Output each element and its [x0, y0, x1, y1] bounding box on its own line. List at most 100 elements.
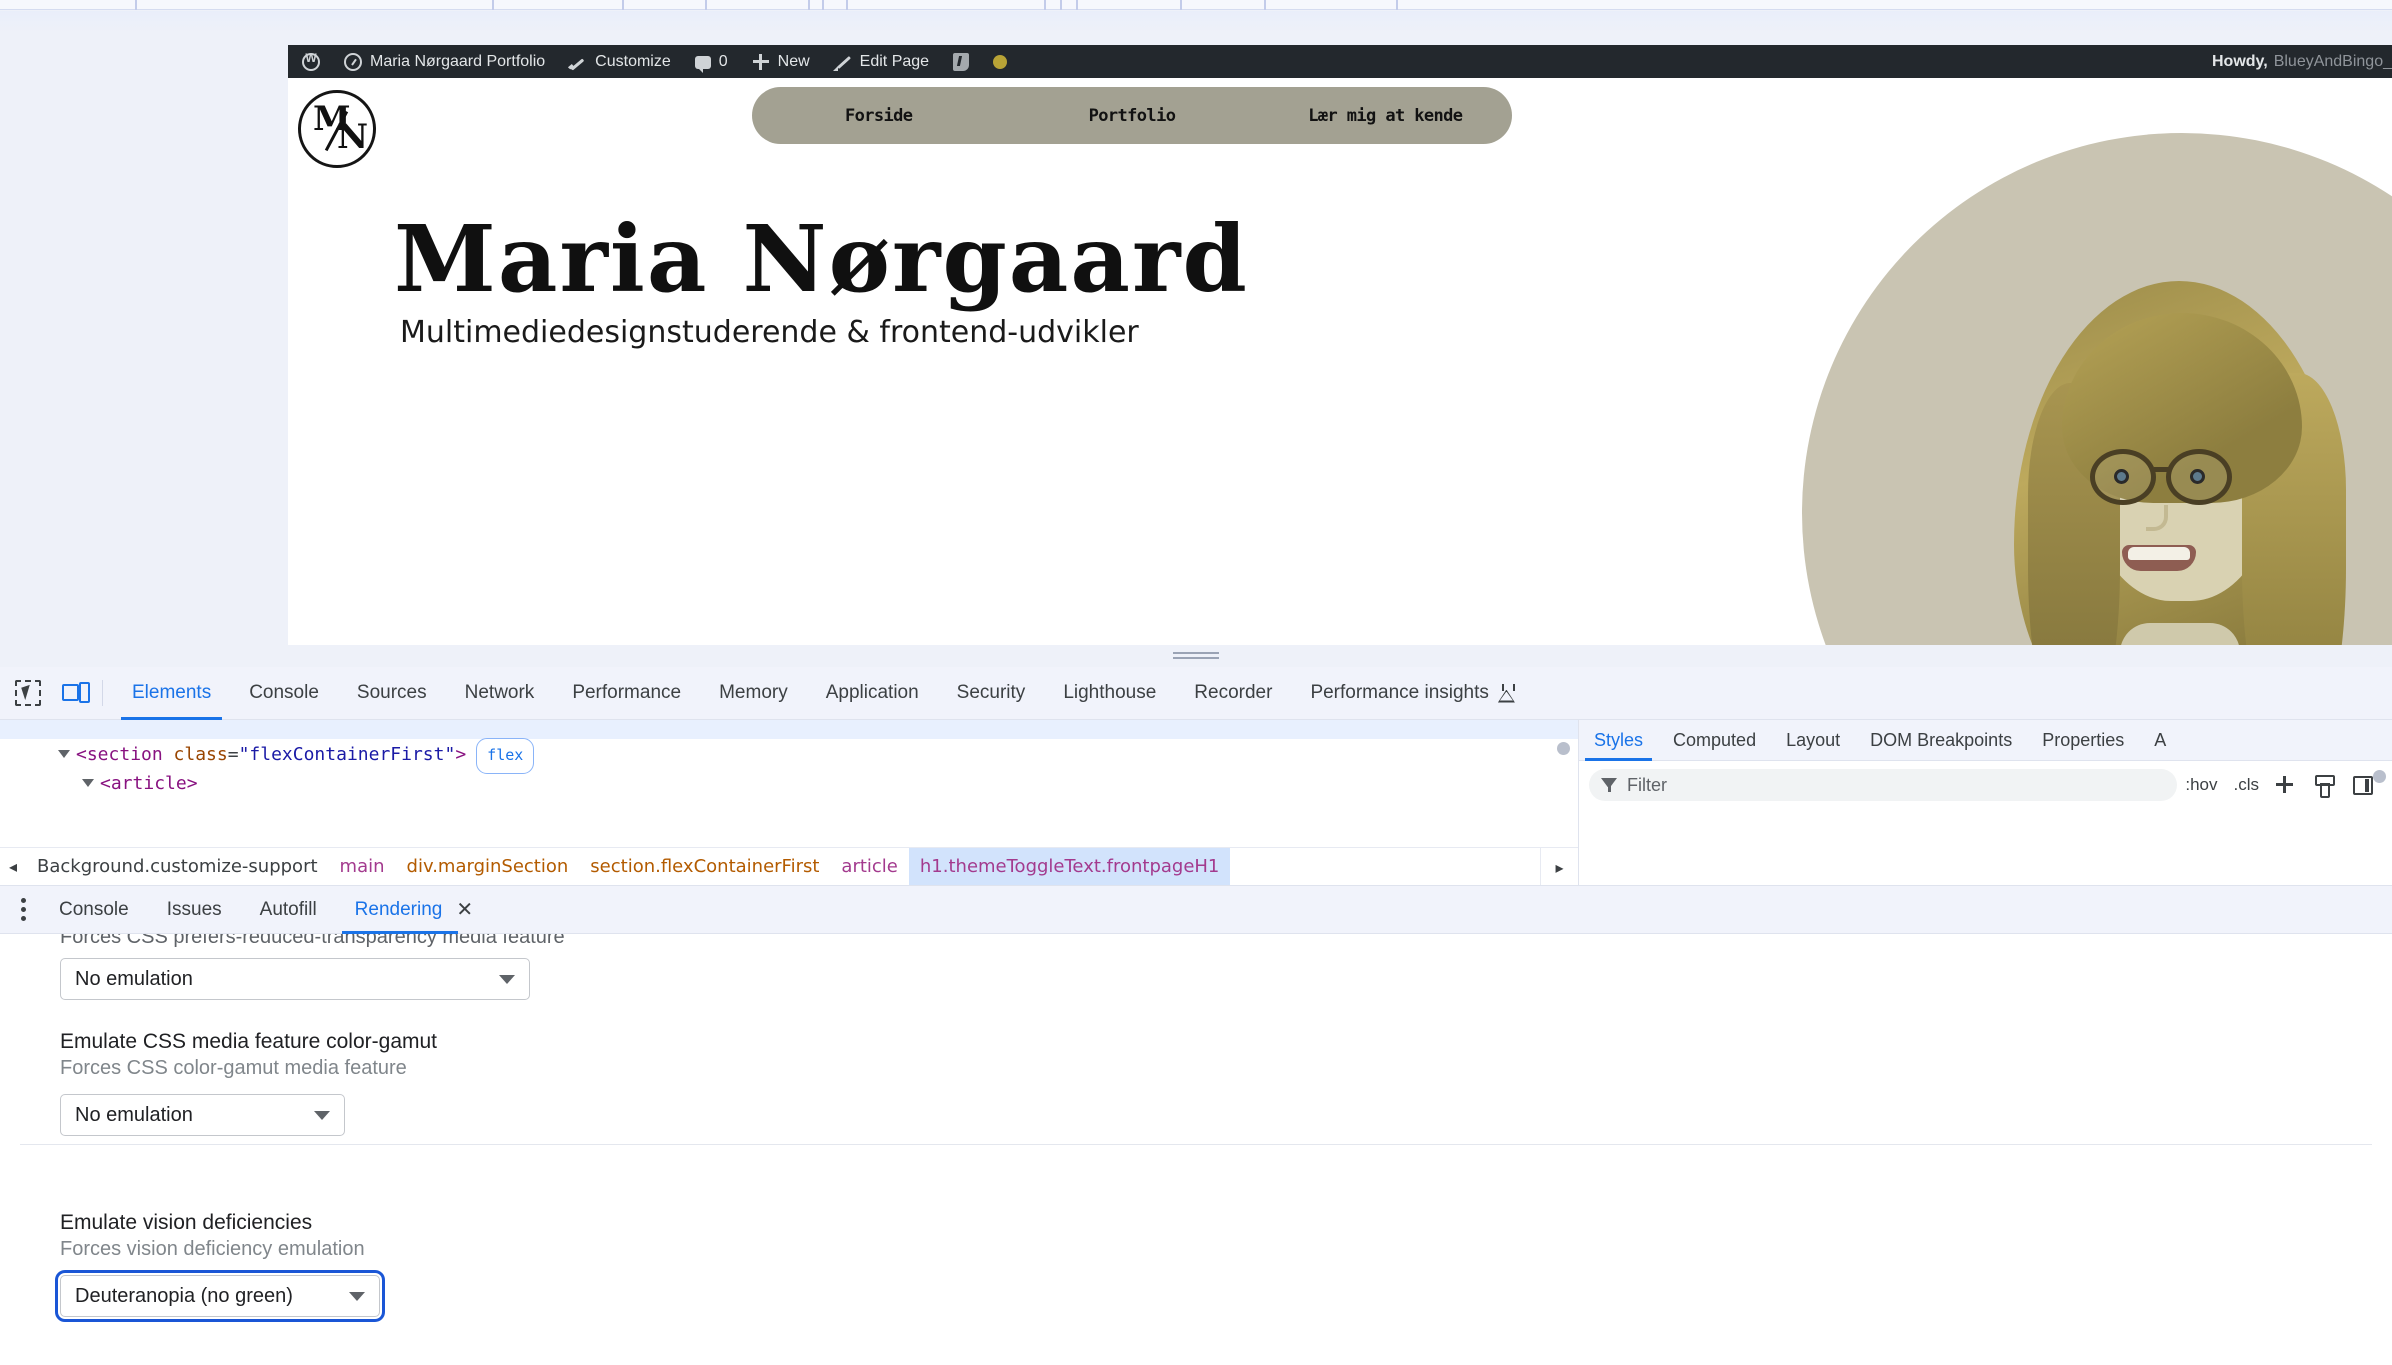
chevron-down-icon [314, 1110, 330, 1120]
adminbar-site-name-label: Maria Nørgaard Portfolio [370, 52, 546, 70]
site-logo[interactable]: M N [298, 90, 376, 168]
portrait-glasses-bridge [2154, 467, 2170, 472]
styles-tab-layout[interactable]: Layout [1771, 720, 1855, 761]
dom-row-section[interactable]: <section class="flexContainerFirst"> flex [58, 738, 535, 774]
styles-tab-styles[interactable]: Styles [1579, 720, 1658, 761]
dom-row-article[interactable]: <article> [82, 768, 198, 799]
devtools-drawer: Console Issues Autofill Rendering ✕ Forc… [0, 885, 2392, 1365]
styles-tab-accessibility[interactable]: A [2139, 720, 2181, 761]
styles-filter-input[interactable]: Filter [1589, 769, 2178, 801]
flex-badge[interactable]: flex [476, 738, 535, 774]
breadcrumb-item-h1-selected[interactable]: h1.themeToggleText.frontpageH1 [908, 847, 1231, 886]
status-dot-icon [993, 54, 1008, 69]
adminbar-edit-page-label: Edit Page [859, 52, 930, 70]
expand-caret-icon[interactable] [82, 779, 94, 787]
breadcrumb-item-article[interactable]: article [830, 848, 908, 886]
portrait-teeth [2128, 547, 2190, 560]
reduced-transparency-select[interactable]: No emulation [60, 958, 530, 1000]
color-gamut-description: Forces CSS color-gamut media feature [60, 1057, 407, 1079]
element-classes-cls-button[interactable]: .cls [2226, 775, 2268, 795]
tab-separator-tick [622, 0, 624, 10]
adminbar-yoast[interactable] [941, 45, 981, 78]
tab-security[interactable]: Security [938, 667, 1045, 720]
breadcrumb-item-main[interactable]: main [329, 848, 396, 886]
dom-tree-pane[interactable]: <section class="flexContainerFirst"> flex… [0, 720, 1578, 847]
styles-rule-clipped [1579, 813, 2392, 823]
howdy-label: Howdy, [2211, 52, 2268, 70]
close-icon[interactable]: ✕ [456, 900, 473, 920]
styles-tab-computed[interactable]: Computed [1658, 720, 1771, 761]
tab-separator-tick [1180, 0, 1182, 10]
styles-tab-properties[interactable]: Properties [2027, 720, 2139, 761]
more-options-kebab-icon[interactable] [6, 886, 40, 934]
dom-row-selected-clipped[interactable] [0, 720, 1578, 739]
inspect-element-icon[interactable] [8, 673, 48, 713]
dom-tree-scrollbar[interactable] [1557, 742, 1570, 755]
force-state-hov-button[interactable]: :hov [2177, 775, 2225, 795]
drawer-tab-console[interactable]: Console [40, 886, 148, 934]
tab-console[interactable]: Console [230, 667, 338, 720]
styles-filter-placeholder: Filter [1627, 774, 1667, 795]
element-classes-icon[interactable] [2313, 775, 2335, 798]
nav-item-portfolio[interactable]: Portfolio [1005, 106, 1258, 126]
rendering-panel: Forces CSS prefers-reduced-transparency … [0, 934, 2392, 1365]
styles-tab-dom-breakpoints[interactable]: DOM Breakpoints [1855, 720, 2027, 761]
page-viewport: Maria Nørgaard Portfolio Customize 0 New… [288, 45, 2392, 645]
tab-application[interactable]: Application [807, 667, 938, 720]
tab-performance[interactable]: Performance [553, 667, 700, 720]
expand-caret-icon[interactable] [58, 750, 70, 758]
tab-separator-tick [846, 0, 848, 10]
devtools-panel: Elements Console Sources Network Perform… [0, 667, 2392, 1365]
new-style-rule-icon[interactable] [2275, 775, 2295, 795]
breadcrumb-item-div-marginsection[interactable]: div.marginSection [396, 848, 580, 886]
yoast-seo-icon [953, 52, 970, 71]
devtools-body: <section class="flexContainerFirst"> flex… [0, 720, 2392, 1365]
breadcrumb-scroll-left-icon[interactable]: ◂ [0, 848, 26, 886]
devtools-resize-handle[interactable] [0, 645, 2392, 667]
browser-tab-strip-remnant [0, 0, 2392, 10]
portrait-eye-right [2190, 469, 2205, 484]
reduced-transparency-description: Forces CSS prefers-reduced-transparency … [60, 934, 565, 948]
tab-recorder[interactable]: Recorder [1175, 667, 1291, 720]
computed-sidebar-toggle-icon[interactable] [2353, 775, 2373, 795]
adminbar-new[interactable]: New [740, 45, 822, 78]
nav-item-forside[interactable]: Forside [752, 106, 1005, 126]
adminbar-edit-page[interactable]: Edit Page [822, 45, 941, 78]
styles-scrollbar[interactable] [2373, 770, 2386, 783]
breadcrumb-item-section-flexcontainerfirst[interactable]: section.flexContainerFirst [579, 848, 830, 886]
color-gamut-select[interactable]: No emulation [60, 1094, 345, 1136]
nav-item-laer-mig-at-kende[interactable]: Lær mig at kende [1259, 106, 1512, 126]
rendering-divider [20, 1144, 2372, 1145]
adminbar-account-menu[interactable]: Howdy, BlueyAndBingo_ [2212, 45, 2392, 78]
dashboard-icon [344, 52, 362, 71]
drawer-tab-autofill[interactable]: Autofill [241, 886, 336, 934]
tab-network[interactable]: Network [446, 667, 554, 720]
adminbar-customize[interactable]: Customize [557, 45, 683, 78]
comment-bubble-icon [694, 56, 711, 73]
styles-filter-bar: Filter :hov .cls [1579, 761, 2392, 809]
devtools-main-toolbar: Elements Console Sources Network Perform… [0, 667, 2392, 720]
tab-elements[interactable]: Elements [113, 667, 230, 720]
tab-performance-insights[interactable]: Performance insights [1291, 667, 1533, 720]
howdy-username: BlueyAndBingo_ [2273, 52, 2392, 70]
plus-icon [752, 53, 770, 71]
adminbar-status-dot[interactable] [981, 45, 1019, 78]
mn-monogram-icon: M N [301, 93, 373, 165]
breadcrumb-item-background[interactable]: Background.customize-support [26, 848, 329, 886]
vision-deficiencies-select[interactable]: Deuteranopia (no green) [55, 1270, 385, 1322]
device-toolbar-icon[interactable] [56, 673, 96, 713]
portrait-photo [1970, 253, 2390, 645]
breadcrumb-scroll-right-icon[interactable]: ▸ [1540, 848, 1578, 886]
drawer-tab-issues[interactable]: Issues [148, 886, 241, 934]
brush-icon [569, 53, 587, 71]
adminbar-wordpress-logo[interactable] [288, 45, 332, 78]
drawer-tab-rendering[interactable]: Rendering ✕ [336, 886, 492, 934]
adminbar-site-name[interactable]: Maria Nørgaard Portfolio [332, 45, 557, 78]
adminbar-comments[interactable]: 0 [683, 45, 740, 78]
tab-memory[interactable]: Memory [700, 667, 807, 720]
chevron-down-icon [349, 1291, 365, 1301]
tab-sources[interactable]: Sources [338, 667, 446, 720]
tab-lighthouse[interactable]: Lighthouse [1044, 667, 1175, 720]
adminbar-comments-count: 0 [718, 52, 728, 70]
drawer-tab-rendering-label: Rendering [354, 898, 443, 920]
